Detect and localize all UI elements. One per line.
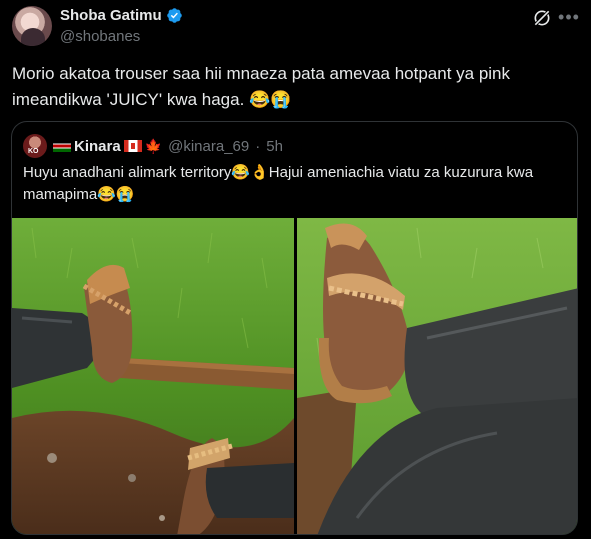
author-display-name[interactable]: Shoba Gatimu [60, 7, 162, 24]
quoted-author-name: Kinara [74, 137, 121, 155]
canada-flag-icon [123, 140, 142, 152]
quoted-media-grid [12, 218, 577, 534]
verified-badge-icon [166, 8, 182, 23]
maple-leaf-icon: 🍁 [144, 137, 163, 154]
kenya-flag-icon [53, 140, 71, 152]
author-handle[interactable]: @shobanes [60, 28, 183, 45]
more-horizontal-icon[interactable]: ••• [558, 6, 580, 28]
photo-left-illustration [12, 218, 294, 534]
post-text: Morio akatoa trouser saa hii mnaeza pata… [12, 64, 511, 109]
quoted-post-header: Kinara 🍁 @kinara_69 · 5h [23, 134, 283, 158]
author-name-row[interactable]: Shoba Gatimu [60, 7, 183, 24]
separator-dot: · [255, 137, 261, 155]
photo-sandals-on-grass[interactable] [12, 218, 294, 534]
quoted-post[interactable]: Kinara 🍁 @kinara_69 · 5h Huyu anadhani a… [11, 121, 578, 535]
author-avatar[interactable] [12, 6, 52, 46]
author-block: Shoba Gatimu @shobanes [60, 7, 183, 45]
quoted-post-time[interactable]: 5h [266, 138, 283, 155]
photo-right-illustration [297, 218, 577, 534]
quoted-author-avatar[interactable] [23, 134, 47, 158]
photo-crossed-legs-sandal[interactable] [297, 218, 577, 534]
quoted-author-handle[interactable]: @kinara_69 [168, 138, 249, 155]
quoted-author-name-row[interactable]: Kinara 🍁 [53, 138, 162, 155]
quoted-post-text: Huyu anadhani alimark territory😂👌Hajui a… [23, 164, 534, 203]
post: Shoba Gatimu @shobanes ••• Morio akatoa … [0, 0, 591, 539]
grok-icon[interactable] [532, 8, 552, 28]
